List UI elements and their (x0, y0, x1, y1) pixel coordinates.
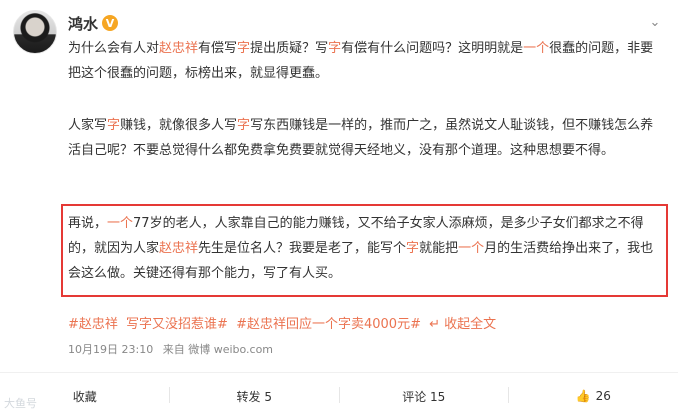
verified-icon: V (102, 15, 119, 31)
post-source: 来自 微博 weibo.com (162, 343, 274, 356)
action-separator (508, 387, 509, 403)
repost-button[interactable]: 转发 5 (170, 380, 340, 412)
topic-tag[interactable]: 写字又没招惹谁# (126, 317, 228, 332)
chevron-down-icon[interactable]: ⌄ (647, 14, 663, 30)
favorite-label: 收藏 (72, 389, 97, 404)
like-button[interactable]: 👍 26 (509, 380, 678, 412)
repost-label: 转发 5 (236, 389, 272, 404)
watermark: 大鱼号 (4, 397, 37, 410)
keyword-highlight: 字 (406, 241, 420, 256)
text-segment: 人家写 (68, 118, 108, 133)
author-name[interactable]: 鸿水 (68, 13, 98, 34)
action-separator (169, 387, 170, 403)
text-segment: 提出质疑？写 (250, 41, 329, 56)
post-time[interactable]: 10月19日 23:10 (68, 343, 153, 356)
keyword-highlight: 赵忠祥 (159, 41, 199, 56)
topic-tags: #赵忠祥 写字又没招惹谁# #赵忠祥回应一个字卖4000元# ↵ 收起全文 (68, 312, 504, 337)
collapse-label: 收起全文 (444, 317, 497, 332)
comment-button[interactable]: 评论 15 (339, 380, 509, 412)
keyword-highlight: 一个 (107, 216, 134, 231)
text-segment: 为什么会有人对 (68, 41, 160, 56)
topic-tag[interactable]: #赵忠祥回应一个字卖4000元# (236, 317, 421, 332)
keyword-highlight: 一个 (523, 41, 550, 56)
action-separator (339, 387, 340, 403)
like-count: 26 (595, 389, 611, 403)
keyword-highlight: 赵忠祥 (159, 241, 199, 256)
divider (0, 372, 678, 373)
keyword-highlight: 字 (237, 118, 251, 133)
text-segment: 有偿写 (198, 41, 238, 56)
comment-label: 评论 15 (402, 389, 446, 404)
post-meta: 10月19日 23:10 来自 微博 weibo.com (68, 341, 279, 357)
keyword-highlight: 字 (237, 41, 251, 56)
text-segment: 先生是位名人？我要是老了，能写个 (198, 241, 407, 256)
text-segment: 赚钱，就像很多人写 (120, 118, 238, 133)
keyword-highlight: 字 (328, 41, 342, 56)
avatar[interactable] (13, 10, 57, 54)
keyword-highlight: 一个 (458, 241, 485, 256)
like-icon: 👍 (575, 389, 591, 403)
post-paragraph-3: 再说，一个77岁的老人，人家靠自己的能力赚钱，又不给子女家人添麻烦，是多少子女们… (68, 211, 666, 286)
text-segment: 就能把 (419, 241, 459, 256)
text-segment: 有偿有什么问题吗？这明明就是 (341, 41, 524, 56)
collapse-link[interactable]: ↵ 收起全文 (429, 317, 500, 332)
text-segment: 再说， (68, 216, 108, 231)
topic-tag[interactable]: #赵忠祥 (68, 317, 118, 332)
post-paragraph-2: 人家写字赚钱，就像很多人写字写东西赚钱是一样的，推而广之，虽然说文人耻谈钱，但不… (68, 113, 666, 163)
post-paragraph-1: 为什么会有人对赵忠祥有偿写字提出质疑？写字有偿有什么问题吗？这明明就是一个很蠢的… (68, 36, 666, 86)
author-row: 鸿水 V (68, 12, 119, 34)
keyword-highlight: 字 (107, 118, 121, 133)
